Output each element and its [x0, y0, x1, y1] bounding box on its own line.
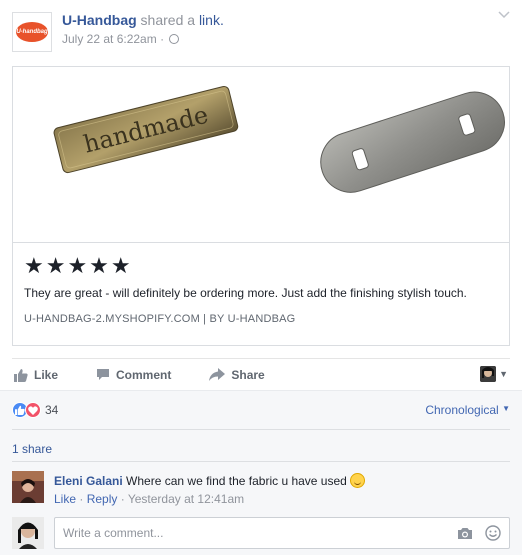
comment-like-link[interactable]: Like [54, 492, 76, 506]
link-preview-card[interactable]: handmade ★★★★★ They are great - will def… [12, 66, 510, 346]
like-button[interactable]: Like [14, 368, 58, 382]
share-button-label: Share [231, 367, 265, 382]
comment-button[interactable]: Comment [96, 368, 171, 382]
thumbs-up-icon [14, 368, 28, 382]
post-action-bar: Like Comment Share ▼ [12, 358, 510, 390]
post-timestamp[interactable]: July 22 at 6:22am [62, 32, 157, 46]
reaction-count[interactable]: 34 [45, 403, 58, 417]
comment-author[interactable]: Eleni Galani [54, 474, 123, 488]
comment-timestamp[interactable]: Yesterday at 12:41am [128, 492, 244, 506]
comment-composer [12, 517, 510, 549]
meta-separator: · [160, 32, 165, 46]
page-name-link[interactable]: U-Handbag [62, 12, 137, 28]
share-button[interactable]: Share [209, 367, 265, 382]
my-avatar[interactable] [12, 517, 44, 549]
post-header: U-handbag U-Handbag shared a link. July … [12, 8, 510, 52]
divider [12, 429, 510, 430]
comment-button-label: Comment [116, 367, 172, 382]
smiley-icon[interactable] [485, 525, 501, 544]
feedback-section: 34 Chronological ▼ 1 share Eleni Galani … [0, 390, 522, 555]
link-preview-body: ★★★★★ They are great - will definitely b… [24, 253, 498, 325]
reactions-summary[interactable]: 34 Chronological ▼ [12, 399, 510, 421]
link-description: They are great - will definitely be orde… [24, 286, 467, 300]
post-title: U-Handbag shared a link. [62, 12, 224, 28]
post-meta: July 22 at 6:22am · [62, 32, 180, 46]
feed-post: U-handbag U-Handbag shared a link. July … [0, 0, 522, 555]
comment-text-line: Eleni Galani Where can we find the fabri… [54, 473, 365, 488]
current-user-avatar [480, 366, 497, 382]
comment-meta: Like · Reply · Yesterday at 12:41am [54, 492, 244, 506]
sort-label: Chronological [425, 403, 499, 417]
comment-input-box[interactable] [54, 517, 510, 549]
input-icons [457, 525, 501, 544]
comment-bubble-icon [96, 368, 110, 381]
commenter-avatar[interactable] [12, 471, 44, 503]
caret-down-icon: ▼ [499, 369, 508, 379]
camera-icon[interactable] [457, 527, 473, 543]
post-as-selector[interactable]: ▼ [480, 366, 508, 382]
shared-link[interactable]: link. [199, 12, 224, 28]
love-reaction-icon [25, 402, 41, 418]
comment-sort-dropdown[interactable]: Chronological ▼ [425, 403, 510, 417]
page-avatar[interactable]: U-handbag [12, 12, 52, 52]
like-button-label: Like [34, 367, 59, 382]
caret-down-icon: ▼ [502, 404, 510, 413]
comment-body: Where can we find the fabric u have used [122, 474, 347, 488]
link-preview-image[interactable]: handmade [13, 67, 509, 243]
smiley-emoji-icon [349, 473, 365, 488]
rating-stars: ★★★★★ [24, 253, 133, 278]
meta-separator: · [117, 492, 128, 506]
comment-item: Eleni Galani Where can we find the fabri… [12, 471, 510, 507]
chevron-down-icon[interactable] [498, 8, 510, 22]
comment-reply-link[interactable]: Reply [87, 492, 118, 506]
divider [12, 461, 510, 462]
action-text: shared a [136, 12, 199, 28]
shares-count-link[interactable]: 1 share [12, 442, 52, 456]
logo-text: U-handbag [16, 22, 48, 42]
share-arrow-icon [209, 368, 226, 381]
globe-icon [169, 34, 180, 44]
comment-input[interactable] [55, 518, 425, 548]
link-domain: U-HANDBAG-2.MYSHOPIFY.COM | BY U-HANDBAG [24, 313, 296, 325]
meta-separator: · [76, 492, 87, 506]
